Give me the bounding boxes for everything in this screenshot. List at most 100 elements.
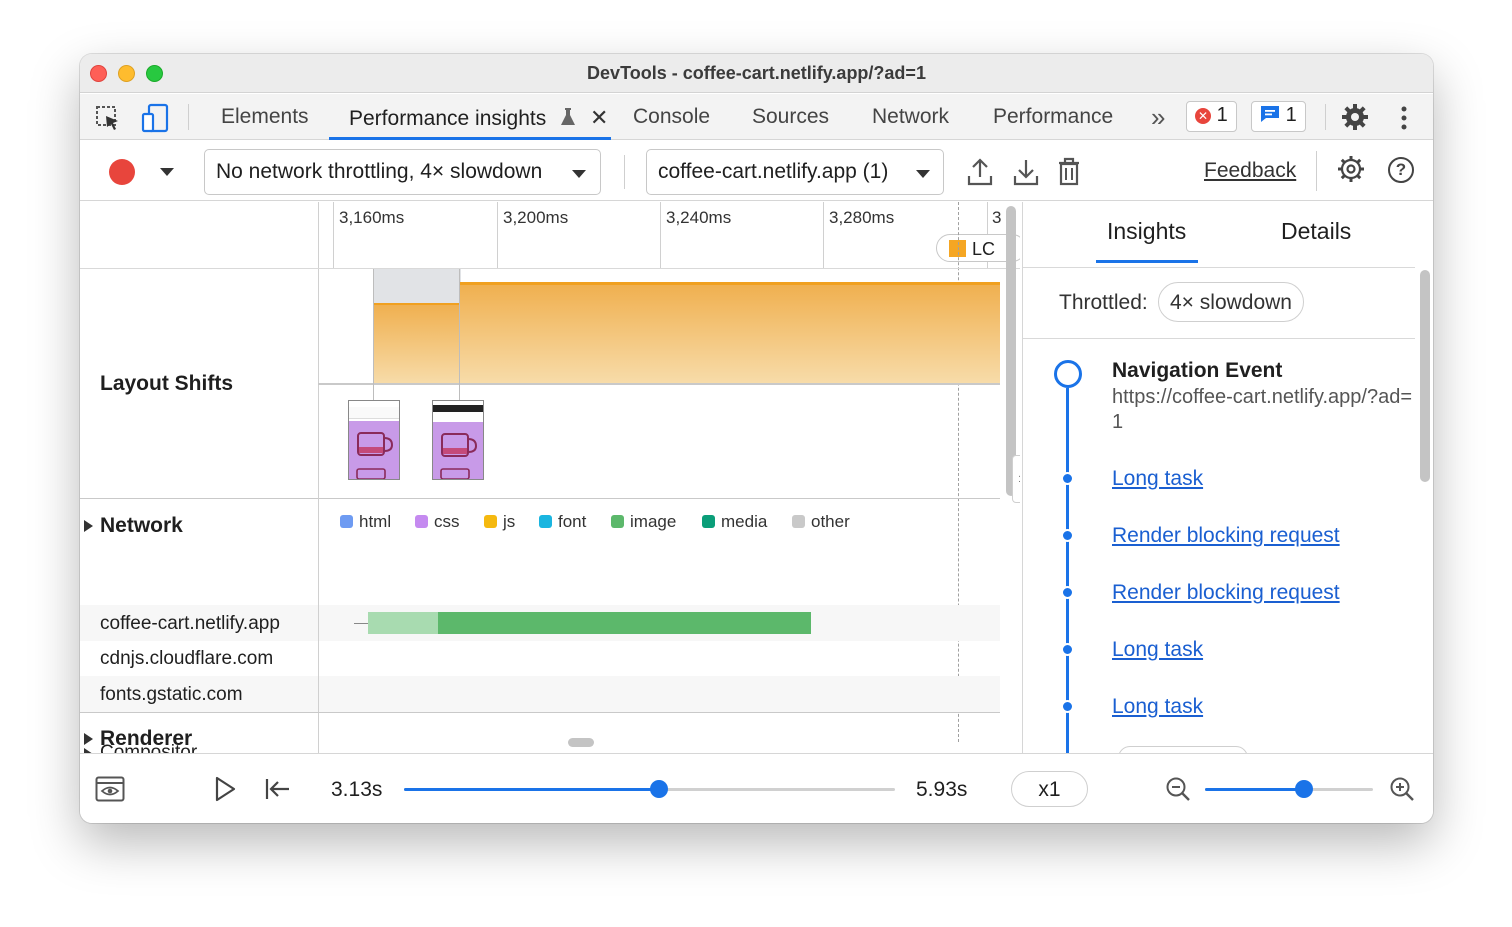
throttling-select[interactable]: No network throttling, 4× slowdown (204, 149, 601, 195)
network-track-label[interactable]: Network (100, 514, 183, 538)
error-icon: ✕ (1195, 108, 1211, 124)
layout-shift-connector (373, 269, 374, 401)
insights-vertical-scrollbar[interactable] (1420, 270, 1430, 482)
inspect-element-icon[interactable] (94, 104, 122, 137)
upload-icon[interactable] (966, 157, 994, 192)
errors-count: 1 (1216, 104, 1228, 126)
legend-swatch-image (611, 515, 624, 528)
zoom-out-icon[interactable] (1165, 776, 1191, 807)
tab-network[interactable]: Network (872, 105, 949, 129)
delete-trash-icon[interactable] (1057, 157, 1081, 192)
screenshot-content (433, 422, 483, 480)
legend-js: js (484, 512, 515, 532)
tab-performance-insights[interactable]: Performance insights ✕ (349, 105, 608, 133)
compositor-track-label[interactable]: Compositor (100, 742, 197, 753)
tab-sources[interactable]: Sources (752, 105, 829, 129)
network-request-whisker (354, 623, 368, 624)
zoom-slider-thumb[interactable] (1295, 780, 1314, 798)
time-tick-label: 3,240ms (666, 208, 732, 227)
play-icon[interactable] (214, 776, 236, 807)
experiment-flask-icon (560, 107, 576, 133)
throttling-value: No network throttling, 4× slowdown (216, 160, 543, 183)
time-slider-thumb[interactable] (650, 780, 669, 798)
ruler-gridline (497, 202, 498, 268)
download-icon[interactable] (1012, 157, 1040, 192)
network-host-row[interactable]: fonts.gstatic.com (100, 684, 243, 706)
label-column-divider (318, 498, 319, 753)
help-question-icon[interactable]: ? (1388, 157, 1414, 183)
legend-label: css (434, 512, 460, 531)
ruler-gridline (823, 202, 824, 268)
insight-link-long-task[interactable]: Long task (1112, 638, 1203, 662)
tab-performance[interactable]: Performance (993, 105, 1113, 129)
legend-swatch-html (340, 515, 353, 528)
toggle-sidebar-button[interactable]: › (1012, 455, 1020, 503)
screenshot-header (433, 405, 483, 412)
insight-link-long-task[interactable]: Long task (1112, 467, 1203, 491)
toolbar-divider (1325, 104, 1326, 130)
network-host-row[interactable]: cdnjs.cloudflare.com (100, 648, 273, 670)
insights-tab-indicator (1096, 260, 1198, 263)
insight-node-dot (1061, 643, 1074, 656)
preview-eye-icon[interactable] (95, 776, 125, 807)
layout-shift-baseline (318, 383, 1000, 385)
legend-label: html (359, 512, 392, 531)
timeline-vertical-scrollbar[interactable] (1006, 206, 1016, 496)
insight-link-long-task[interactable]: Long task (1112, 695, 1203, 719)
tab-performance-insights-label: Performance insights (349, 107, 547, 130)
legend-other: other (792, 512, 850, 532)
layout-shift-bar[interactable] (459, 282, 1000, 384)
legend-label: image (630, 512, 677, 531)
network-host-row[interactable]: coffee-cart.netlify.app (100, 613, 280, 635)
active-tab-indicator (329, 137, 611, 140)
feedback-link[interactable]: Feedback (1204, 159, 1296, 183)
insights-timeline-line (1066, 388, 1069, 753)
record-button[interactable] (109, 159, 135, 185)
skip-to-start-icon[interactable] (265, 777, 291, 806)
tab-elements[interactable]: Elements (221, 105, 309, 129)
playback-speed-button[interactable]: x1 (1011, 771, 1088, 807)
legend-label: font (558, 512, 587, 531)
timeline-horizontal-scrollbar[interactable] (568, 738, 594, 747)
ruler-gridline (333, 202, 334, 268)
toolbar-divider (624, 155, 625, 189)
legend-swatch-other (792, 515, 805, 528)
messages-badge[interactable]: 1 (1251, 101, 1306, 132)
errors-badge[interactable]: ✕ 1 (1186, 101, 1237, 132)
coffee-cup-icon (356, 432, 394, 480)
navigation-event-url: https://coffee-cart.netlify.app/?ad=1 (1112, 386, 1412, 433)
time-slider-fill (404, 788, 660, 791)
zoom-slider-fill (1205, 788, 1305, 791)
recording-select[interactable]: coffee-cart.netlify.app (1) (646, 149, 944, 195)
legend-css: css (415, 512, 460, 532)
device-toolbar-icon[interactable] (140, 102, 172, 139)
more-tabs-chevron-icon[interactable]: » (1151, 102, 1165, 133)
close-tab-icon[interactable]: ✕ (590, 105, 608, 131)
compositor-track-clip: Compositor (80, 742, 240, 753)
track-divider (80, 268, 1020, 269)
zoom-in-icon[interactable] (1389, 776, 1415, 807)
network-request-bar-waiting[interactable] (368, 612, 438, 634)
screenshot-header (349, 407, 399, 419)
panel-settings-gear-icon[interactable] (1337, 155, 1365, 188)
tab-console[interactable]: Console (633, 105, 710, 129)
window-title: DevTools - coffee-cart.netlify.app/?ad=1 (587, 63, 926, 83)
insight-link-render-blocking[interactable]: Render blocking request (1112, 524, 1340, 548)
insight-link-render-blocking[interactable]: Render blocking request (1112, 581, 1340, 605)
layout-shift-bar[interactable] (373, 303, 459, 384)
main-tab-bar: Elements Performance insights ✕ Console … (80, 94, 1433, 140)
legend-label: js (503, 512, 516, 531)
layout-shift-screenshot[interactable] (348, 400, 400, 480)
insights-toolbar: No network throttling, 4× slowdown coffe… (80, 141, 1433, 201)
record-dropdown-chevron-icon[interactable] (160, 168, 174, 176)
tab-insights[interactable]: Insights (1107, 218, 1186, 245)
settings-gear-icon[interactable] (1341, 103, 1369, 136)
screenshot-content (349, 421, 399, 480)
more-options-kebab-icon[interactable] (1399, 105, 1409, 136)
screenshot-banner (433, 412, 483, 422)
network-expand-triangle-icon[interactable] (84, 520, 93, 532)
network-request-bar[interactable] (438, 612, 811, 634)
layout-shift-screenshot[interactable] (432, 400, 484, 480)
playback-end-time: 5.93s (916, 778, 968, 801)
tab-details[interactable]: Details (1281, 218, 1351, 245)
